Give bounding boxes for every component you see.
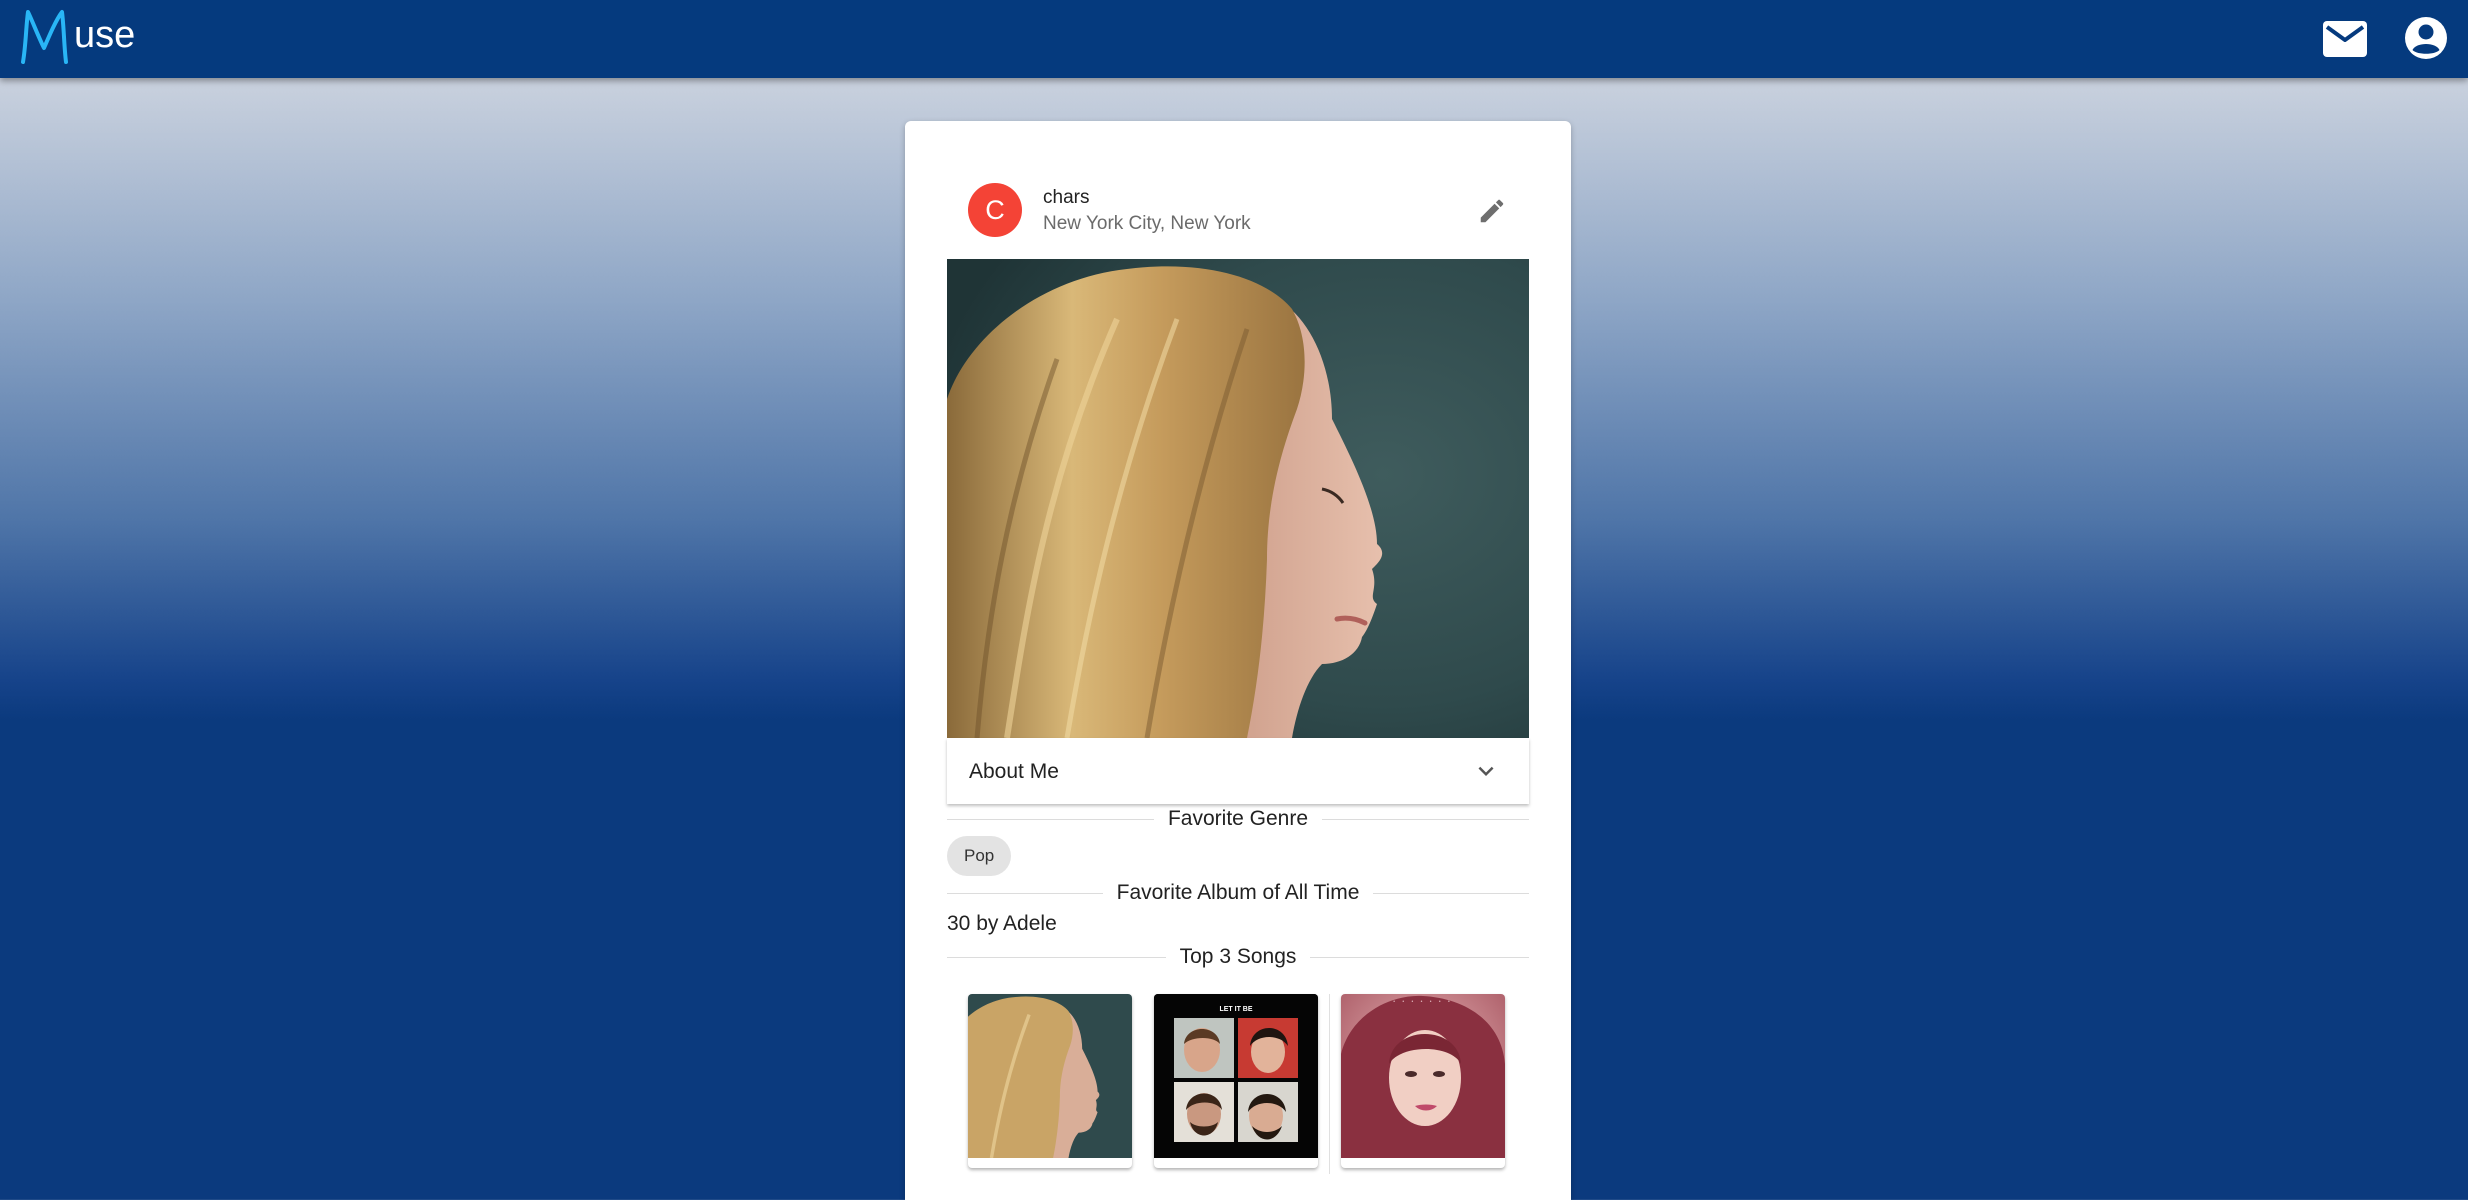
mail-button[interactable] (2318, 12, 2372, 66)
location: New York City, New York (1043, 213, 1251, 234)
adele-30-cover-image (968, 994, 1132, 1158)
song-art-2: LET IT BE (1154, 994, 1318, 1158)
song-divider (1329, 994, 1330, 1174)
song-art-1 (968, 994, 1132, 1158)
app-bar: use (0, 0, 2468, 78)
muse-logo[interactable]: use (20, 6, 135, 66)
divider-line (947, 956, 1166, 958)
song-card-2[interactable]: LET IT BE (1154, 994, 1318, 1168)
divider-line (1322, 818, 1529, 820)
favorite-genre-divider: Favorite Genre (947, 804, 1529, 834)
let-it-be-cover-image: LET IT BE (1154, 994, 1318, 1158)
top-songs-heading: Top 3 Songs (1179, 945, 1297, 968)
genre-chip-pop[interactable]: Pop (947, 836, 1012, 876)
divider-line (947, 818, 1154, 820)
muse-logo-m-icon (21, 10, 68, 64)
cover-watermark: • • • • • • • (1393, 999, 1453, 1005)
edit-profile-button[interactable] (1468, 187, 1516, 235)
divider-line (1310, 956, 1530, 958)
let-it-be-cover-title: LET IT BE (1219, 1006, 1252, 1013)
account-circle-icon (2405, 17, 2447, 59)
divider-line (1373, 892, 1530, 894)
mail-icon (2323, 21, 2367, 57)
favorite-genre-heading: Favorite Genre (1167, 807, 1309, 830)
pencil-icon (1480, 199, 1504, 223)
chevron-down-icon (1478, 766, 1494, 776)
profile-photo-image (947, 259, 1529, 738)
favorite-album-value: 30 by Adele (947, 912, 1057, 935)
about-me-accordion[interactable]: About Me (947, 738, 1529, 804)
portrait-pink-cover-image: • • • • • • • (1341, 994, 1505, 1158)
song-card-1[interactable] (968, 994, 1132, 1168)
profile-photo (947, 259, 1529, 738)
top-songs-divider: Top 3 Songs (947, 942, 1530, 972)
profile-card: C chars New York City, New York About Me… (905, 121, 1571, 1200)
favorite-album-divider: Favorite Album of All Time (947, 878, 1530, 908)
song-card-3[interactable]: • • • • • • • (1341, 994, 1505, 1168)
song-art-3: • • • • • • • (1341, 994, 1505, 1158)
favorite-album-heading: Favorite Album of All Time (1116, 881, 1360, 904)
account-button[interactable] (2398, 10, 2454, 66)
top-songs-list: LET IT BE • • • • • • • (968, 994, 1508, 1174)
avatar-initial: C (985, 194, 1005, 225)
divider-line (947, 892, 1103, 894)
logo-text: use (74, 14, 136, 56)
about-me-label: About Me (969, 760, 1059, 783)
username: chars (1043, 187, 1090, 208)
avatar: C (968, 183, 1022, 237)
profile-header: C chars New York City, New York (905, 121, 1571, 261)
